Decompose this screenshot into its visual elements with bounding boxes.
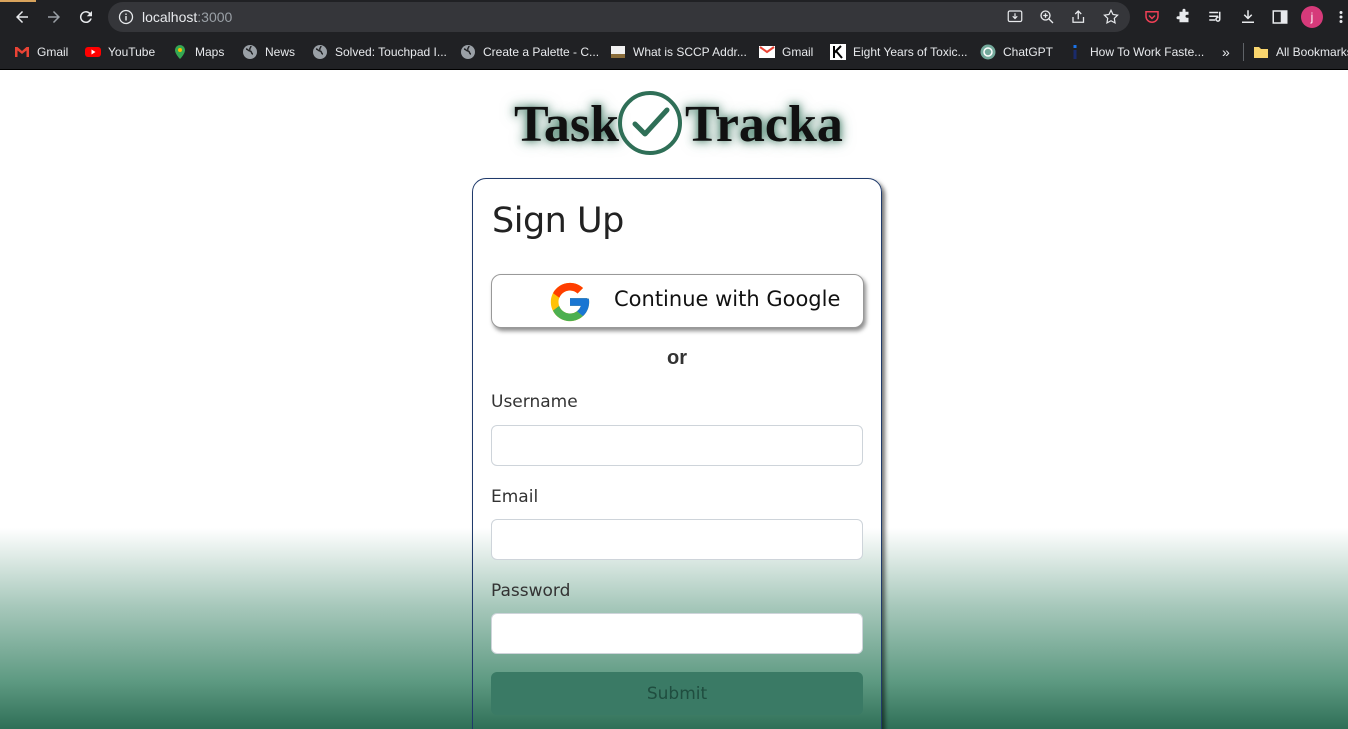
submit-button[interactable]: Submit	[491, 672, 863, 715]
globe-icon	[461, 45, 475, 59]
globe-icon	[313, 45, 327, 59]
continue-with-google-button[interactable]: Continue with Google	[491, 274, 864, 328]
bookmark-label: ChatGPT	[1003, 45, 1054, 59]
logo-word-task: Task	[514, 96, 620, 153]
maps-icon	[175, 45, 185, 59]
zoom-icon[interactable]	[1038, 8, 1056, 26]
k-icon	[830, 44, 846, 60]
username-input[interactable]	[491, 425, 863, 466]
app-logo: Task Tracka	[512, 87, 843, 159]
google-button-label: Continue with Google	[614, 287, 841, 311]
browser-toolbar: localhost:3000 j	[0, 0, 1348, 34]
bookmark-label: Maps	[195, 45, 225, 59]
info-icon	[1073, 45, 1077, 59]
bookmark-label: YouTube	[108, 45, 156, 59]
bookmark-label: How To Work Faste...	[1090, 45, 1205, 59]
download-icon[interactable]	[1239, 8, 1257, 26]
email-input[interactable]	[491, 519, 863, 560]
reload-icon	[79, 11, 92, 24]
side-panel-icon[interactable]	[1271, 8, 1289, 26]
bookmarks-divider	[1243, 43, 1244, 61]
bookmark-youtube[interactable]: YouTube	[85, 43, 155, 61]
bookmark-chatgpt[interactable]: ChatGPT	[980, 43, 1053, 61]
info-icon	[118, 9, 134, 25]
forward-button[interactable]	[41, 5, 67, 29]
bookmark-label: Gmail	[782, 45, 814, 59]
url-port: :3000	[197, 9, 233, 25]
bookmark-gmail[interactable]: Gmail	[14, 43, 68, 61]
bookmark-solved-touchpad[interactable]: Solved: Touchpad I...	[312, 43, 447, 61]
bookmark-label: Solved: Touchpad I...	[335, 45, 447, 59]
share-icon[interactable]	[1070, 8, 1088, 26]
logo-word-tracka: Tracka	[685, 96, 843, 153]
gmail-icon	[759, 46, 775, 58]
bookmark-label: What is SCCP Addr...	[633, 45, 747, 59]
bookmark-news[interactable]: News	[242, 43, 295, 61]
page-icon	[611, 46, 625, 58]
bookmark-create-palette[interactable]: Create a Palette - C...	[460, 43, 599, 61]
arrow-left-icon	[16, 11, 28, 23]
google-logo-icon	[550, 282, 590, 322]
extensions-icon[interactable]	[1175, 8, 1193, 26]
all-bookmarks-button[interactable]: All Bookmarks	[1253, 43, 1348, 61]
bookmark-label: Eight Years of Toxic...	[853, 45, 968, 59]
bookmarks-overflow-button[interactable]: »	[1222, 43, 1230, 61]
folder-icon	[1254, 47, 1268, 58]
gmail-icon	[15, 47, 29, 57]
profile-avatar[interactable]: j	[1301, 6, 1323, 28]
back-button[interactable]	[9, 5, 35, 29]
address-bar[interactable]: localhost:3000	[108, 2, 1130, 32]
globe-icon	[243, 45, 257, 59]
pocket-icon[interactable]	[1143, 8, 1161, 26]
bookmark-gmail-2[interactable]: Gmail	[759, 43, 813, 61]
reading-list-icon[interactable]	[1207, 8, 1225, 26]
url-host: localhost	[142, 9, 198, 25]
bookmark-star-icon[interactable]	[1102, 8, 1120, 26]
page: Task Tracka Sign Up Continue with Google…	[0, 71, 1348, 729]
bookmarks-bar: Gmail YouTube Maps News Solved: Touchpad…	[0, 34, 1348, 70]
bookmark-eight-years[interactable]: Eight Years of Toxic...	[830, 43, 968, 61]
bookmark-how-to-work[interactable]: How To Work Faste...	[1067, 43, 1204, 61]
bookmark-maps[interactable]: Maps	[172, 43, 224, 61]
reload-button[interactable]	[73, 5, 99, 29]
password-label: Password	[491, 581, 571, 601]
or-separator: or	[667, 347, 687, 369]
install-app-icon[interactable]	[1006, 8, 1024, 26]
username-label: Username	[491, 392, 578, 412]
password-input[interactable]	[491, 613, 863, 654]
signup-card: Sign Up Continue with Google or Username…	[472, 178, 882, 729]
youtube-icon	[85, 47, 101, 57]
bookmark-label: Create a Palette - C...	[483, 45, 600, 59]
bookmark-sccp[interactable]: What is SCCP Addr...	[610, 43, 747, 61]
bookmark-label: News	[265, 45, 296, 59]
bookmark-label: Gmail	[37, 45, 69, 59]
url-text: localhost:3000	[142, 9, 232, 25]
email-label: Email	[491, 487, 539, 507]
bookmark-label: All Bookmarks	[1276, 45, 1348, 59]
arrow-right-icon	[48, 11, 60, 23]
tab-accent	[0, 0, 36, 2]
more-menu-icon[interactable]	[1335, 8, 1347, 26]
chatgpt-icon	[980, 44, 996, 60]
checkmark-circle-icon	[618, 91, 682, 155]
page-title: Sign Up	[492, 201, 624, 241]
